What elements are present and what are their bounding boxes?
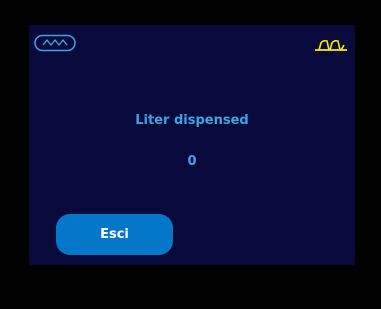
wave-icon	[34, 34, 76, 52]
exit-button[interactable]: Esci	[56, 214, 173, 255]
dispensed-value: 0	[187, 154, 197, 169]
footwear-icon	[315, 39, 347, 51]
display-screen: Liter dispensed 0 Esci	[29, 25, 355, 265]
dispensed-label: Liter dispensed	[135, 113, 249, 128]
